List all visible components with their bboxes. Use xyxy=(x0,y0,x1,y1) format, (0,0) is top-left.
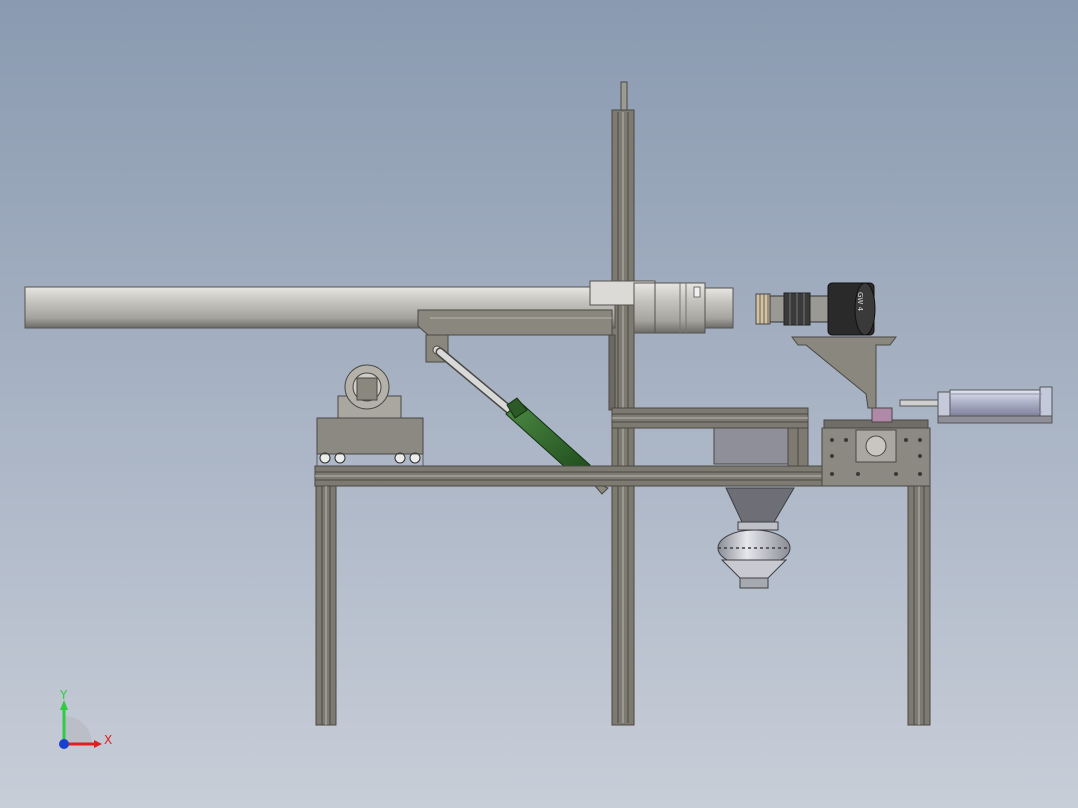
motor-label: GW 4 xyxy=(856,292,864,312)
drill-chuck xyxy=(755,292,829,326)
x-axis-label: X xyxy=(104,733,112,747)
z-axis-origin xyxy=(59,739,69,749)
y-axis-label: Y xyxy=(59,688,68,702)
assembly-drawing: GW 4 Y X xyxy=(24,81,1053,749)
motor: GW 4 xyxy=(827,282,876,336)
coordinate-triad: Y X xyxy=(59,688,112,749)
pillow-block xyxy=(316,364,424,467)
pneumatic-cylinder xyxy=(899,386,1053,424)
drive-housing xyxy=(713,427,789,465)
cad-viewport[interactable]: GW 4 Y X xyxy=(0,0,1078,808)
hopper xyxy=(717,487,795,589)
right-mounting-plate xyxy=(821,419,931,487)
main-frame-beam xyxy=(314,465,834,487)
frame-leg-left xyxy=(315,485,337,726)
frame-leg-right xyxy=(907,485,931,726)
